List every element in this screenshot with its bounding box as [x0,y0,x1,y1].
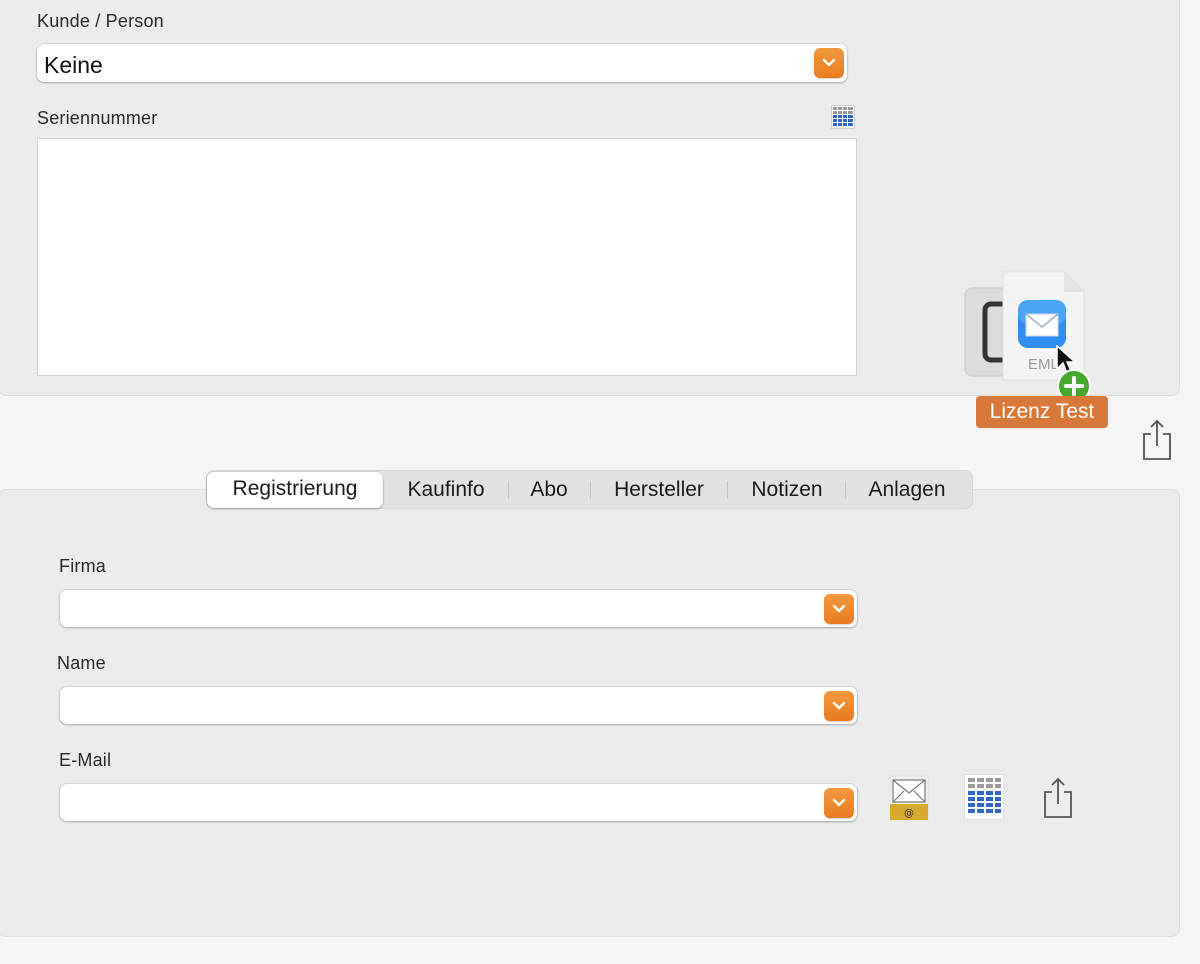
customer-combobox[interactable]: Keine [37,44,847,82]
firma-label: Firma [59,556,106,576]
customer-label: Kunde / Person [37,11,164,31]
tab-notizen[interactable]: Notizen [729,471,845,508]
tab-separator [508,481,509,499]
firma-combobox[interactable] [60,590,857,627]
name-label: Name [57,653,106,673]
tab-bar: Registrierung Kaufinfo Abo Hersteller No… [206,470,973,509]
tab-hersteller[interactable]: Hersteller [593,471,725,508]
mail-at-icon[interactable]: @ [889,775,929,821]
email-label: E-Mail [59,750,112,770]
tab-abo[interactable]: Abo [510,471,588,508]
tab-separator [845,481,846,499]
customer-dropdown-button[interactable] [814,48,844,78]
chevron-down-icon [832,701,846,710]
email-dropdown-button[interactable] [824,788,854,818]
serial-textarea[interactable] [37,138,857,376]
grid-table-icon[interactable] [831,105,855,129]
drag-label: Lizenz Test [976,396,1108,428]
name-combobox[interactable] [60,687,857,724]
tab-anlagen[interactable]: Anlagen [847,471,967,508]
tab-separator [590,481,591,499]
tab-kaufinfo[interactable]: Kaufinfo [387,471,505,508]
email-combobox[interactable] [60,784,857,821]
tab-registrierung[interactable]: Registrierung [207,472,383,508]
chevron-down-icon [822,58,836,67]
chevron-down-icon [832,604,846,613]
tab-separator [727,481,728,499]
share-icon[interactable] [1141,418,1173,462]
serial-label: Seriennummer [37,108,158,128]
name-dropdown-button[interactable] [824,691,854,721]
svg-text:@: @ [904,808,914,819]
grid-table-icon[interactable] [964,774,1004,820]
customer-value: Keine [44,52,103,78]
chevron-down-icon [832,798,846,807]
email-share-icon[interactable] [1042,776,1074,820]
firma-dropdown-button[interactable] [824,594,854,624]
